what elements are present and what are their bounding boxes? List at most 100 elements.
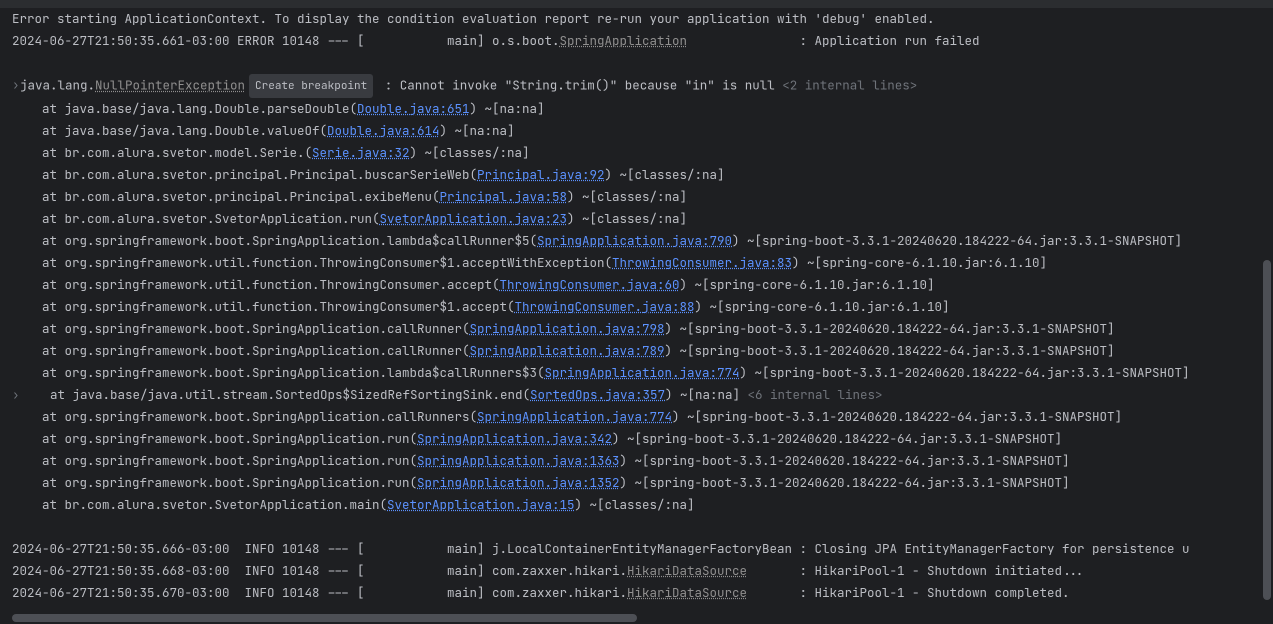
source-link[interactable]: SpringApplication.java:774 [477, 408, 672, 425]
stack-prefix: at br.com.alura.svetor.principal.Princip… [12, 188, 440, 205]
stack-frame: at br.com.alura.svetor.principal.Princip… [12, 164, 1273, 186]
stack-suffix: ) ~[spring-boot-3.3.1-20240620.184222-64… [665, 320, 1115, 337]
source-link[interactable]: SortedOps.java:357 [530, 386, 665, 403]
stack-frame: at br.com.alura.svetor.SvetorApplication… [12, 494, 1273, 516]
stack-suffix: ) ~[spring-core-6.1.10.jar:6.1.10] [695, 298, 950, 315]
expand-arrow-icon[interactable]: › [12, 384, 20, 406]
stack-suffix: ) ~[na:na] [440, 122, 515, 139]
class-link[interactable]: HikariDataSource [627, 584, 747, 601]
stack-prefix: at br.com.alura.svetor.model.Serie.( [12, 144, 312, 161]
source-link[interactable]: SpringApplication.java:774 [545, 364, 740, 381]
stack-prefix: at org.springframework.boot.SpringApplic… [12, 408, 477, 425]
stack-suffix: ) ~[spring-boot-3.3.1-20240620.184222-64… [672, 408, 1122, 425]
source-link[interactable]: SvetorApplication.java:15 [387, 496, 575, 513]
create-breakpoint-button[interactable]: Create breakpoint [249, 74, 373, 98]
source-link[interactable]: SpringApplication.java:790 [537, 232, 732, 249]
stack-prefix: at java.base/java.lang.Double.valueOf( [12, 122, 327, 139]
stack-suffix: ) ~[classes/:na] [567, 188, 687, 205]
horizontal-scrollbar[interactable] [12, 614, 637, 622]
stack-prefix: at org.springframework.boot.SpringApplic… [12, 364, 545, 381]
log-line-empty [12, 52, 1273, 74]
expand-arrow-icon[interactable]: › [12, 74, 20, 96]
class-link[interactable]: HikariDataSource [627, 562, 747, 579]
stack-frame: at org.springframework.util.function.Thr… [12, 252, 1273, 274]
log-line: 2024-06-27T21:50:35.661-03:00 ERROR 1014… [12, 30, 1273, 52]
stack-frame: at org.springframework.boot.SpringApplic… [12, 318, 1273, 340]
source-link[interactable]: SpringApplication.java:798 [470, 320, 665, 337]
stack-frame: at org.springframework.boot.SpringApplic… [12, 472, 1273, 494]
log-line-empty [12, 516, 1273, 538]
source-link[interactable]: ThrowingConsumer.java:60 [500, 276, 680, 293]
stack-prefix: at org.springframework.boot.SpringApplic… [12, 232, 537, 249]
internal-lines-hint[interactable]: <6 internal lines> [748, 386, 883, 403]
log-line: 2024-06-27T21:50:35.668-03:00 INFO 10148… [12, 560, 1273, 582]
stack-prefix: at org.springframework.boot.SpringApplic… [12, 474, 417, 491]
internal-lines-hint[interactable]: <2 internal lines> [782, 76, 917, 93]
log-msg: : HikariPool-1 - Shutdown initiated... [747, 562, 1085, 579]
stack-suffix: ) ~[spring-core-6.1.10.jar:6.1.10] [792, 254, 1047, 271]
log-prefix: 2024-06-27T21:50:35.668-03:00 INFO 10148… [12, 562, 627, 579]
stack-suffix: ) ~[classes/:na] [410, 144, 530, 161]
stack-frame: at org.springframework.boot.SpringApplic… [12, 362, 1273, 384]
source-link[interactable]: ThrowingConsumer.java:83 [612, 254, 792, 271]
stack-prefix: at java.base/java.util.stream.SortedOps$… [20, 386, 530, 403]
stack-prefix: at br.com.alura.svetor.principal.Princip… [12, 166, 477, 183]
stack-frame: at br.com.alura.svetor.principal.Princip… [12, 186, 1273, 208]
stack-prefix: at br.com.alura.svetor.SvetorApplication… [12, 496, 387, 513]
log-line: 2024-06-27T21:50:35.670-03:00 INFO 10148… [12, 582, 1273, 604]
panel-top-border [0, 0, 1273, 8]
spring-app-link[interactable]: SpringApplication [560, 32, 688, 49]
stack-prefix: at org.springframework.util.function.Thr… [12, 298, 515, 315]
source-link[interactable]: Double.java:651 [357, 100, 470, 117]
stack-suffix: ) ~[classes/:na] [605, 166, 725, 183]
stack-frame: › at java.base/java.util.stream.SortedOp… [12, 384, 1273, 406]
source-link[interactable]: Serie.java:32 [312, 144, 410, 161]
stack-frame: at java.base/java.lang.Double.valueOf(Do… [12, 120, 1273, 142]
stack-prefix: at org.springframework.boot.SpringApplic… [12, 430, 417, 447]
source-link[interactable]: Principal.java:92 [477, 166, 605, 183]
stack-suffix: ) ~[na:na] [470, 100, 545, 117]
log-msg: : HikariPool-1 - Shutdown completed. [747, 584, 1070, 601]
stack-suffix: ) ~[spring-core-6.1.10.jar:6.1.10] [680, 276, 935, 293]
log-line: Error starting ApplicationContext. To di… [12, 8, 1273, 30]
source-link[interactable]: SpringApplication.java:1352 [417, 474, 620, 491]
stack-frame: at org.springframework.boot.SpringApplic… [12, 428, 1273, 450]
log-msg: : Application run failed [687, 32, 980, 49]
stack-prefix: at org.springframework.util.function.Thr… [12, 254, 612, 271]
stack-suffix: ) ~[classes/:na] [575, 496, 695, 513]
stack-frame: at org.springframework.boot.SpringApplic… [12, 450, 1273, 472]
source-link[interactable]: ThrowingConsumer.java:88 [515, 298, 695, 315]
exception-msg: : Cannot invoke "String.trim()" because … [377, 76, 782, 93]
source-link[interactable]: Double.java:614 [327, 122, 440, 139]
error-msg: Error starting ApplicationContext. To di… [12, 10, 935, 27]
stack-frame: at br.com.alura.svetor.SvetorApplication… [12, 208, 1273, 230]
stack-frame: at br.com.alura.svetor.model.Serie.(Seri… [12, 142, 1273, 164]
vertical-scrollbar[interactable] [1263, 260, 1271, 600]
stack-prefix: at org.springframework.boot.SpringApplic… [12, 342, 470, 359]
log-prefix: 2024-06-27T21:50:35.661-03:00 ERROR 1014… [12, 32, 560, 49]
source-link[interactable]: SpringApplication.java:789 [470, 342, 665, 359]
stack-frame: at org.springframework.util.function.Thr… [12, 274, 1273, 296]
stack-suffix: ) ~[spring-boot-3.3.1-20240620.184222-64… [732, 232, 1182, 249]
source-link[interactable]: Principal.java:58 [440, 188, 568, 205]
stack-prefix: at br.com.alura.svetor.SvetorApplication… [12, 210, 380, 227]
exception-prefix: java.lang. [20, 76, 95, 93]
log-prefix: 2024-06-27T21:50:35.666-03:00 INFO 10148… [12, 540, 1190, 557]
stack-prefix: at org.springframework.boot.SpringApplic… [12, 320, 470, 337]
stack-frame: at org.springframework.util.function.Thr… [12, 296, 1273, 318]
stack-suffix: ) ~[spring-boot-3.3.1-20240620.184222-64… [620, 452, 1070, 469]
source-link[interactable]: SpringApplication.java:342 [417, 430, 612, 447]
log-line: 2024-06-27T21:50:35.666-03:00 INFO 10148… [12, 538, 1273, 560]
source-link[interactable]: SpringApplication.java:1363 [417, 452, 620, 469]
stack-suffix: ) ~[spring-boot-3.3.1-20240620.184222-64… [665, 342, 1115, 359]
source-link[interactable]: SvetorApplication.java:23 [380, 210, 568, 227]
stack-suffix: ) ~[spring-boot-3.3.1-20240620.184222-64… [740, 364, 1190, 381]
stack-suffix: ) ~[spring-boot-3.3.1-20240620.184222-64… [620, 474, 1070, 491]
stack-suffix: ) ~[spring-boot-3.3.1-20240620.184222-64… [612, 430, 1062, 447]
console-output[interactable]: Error starting ApplicationContext. To di… [0, 8, 1273, 624]
stack-frame: at org.springframework.boot.SpringApplic… [12, 340, 1273, 362]
exception-line: ›java.lang.NullPointerExceptionCreate br… [12, 74, 1273, 98]
exception-type-link[interactable]: NullPointerException [95, 76, 245, 93]
stack-prefix: at org.springframework.util.function.Thr… [12, 276, 500, 293]
log-prefix: 2024-06-27T21:50:35.670-03:00 INFO 10148… [12, 584, 627, 601]
